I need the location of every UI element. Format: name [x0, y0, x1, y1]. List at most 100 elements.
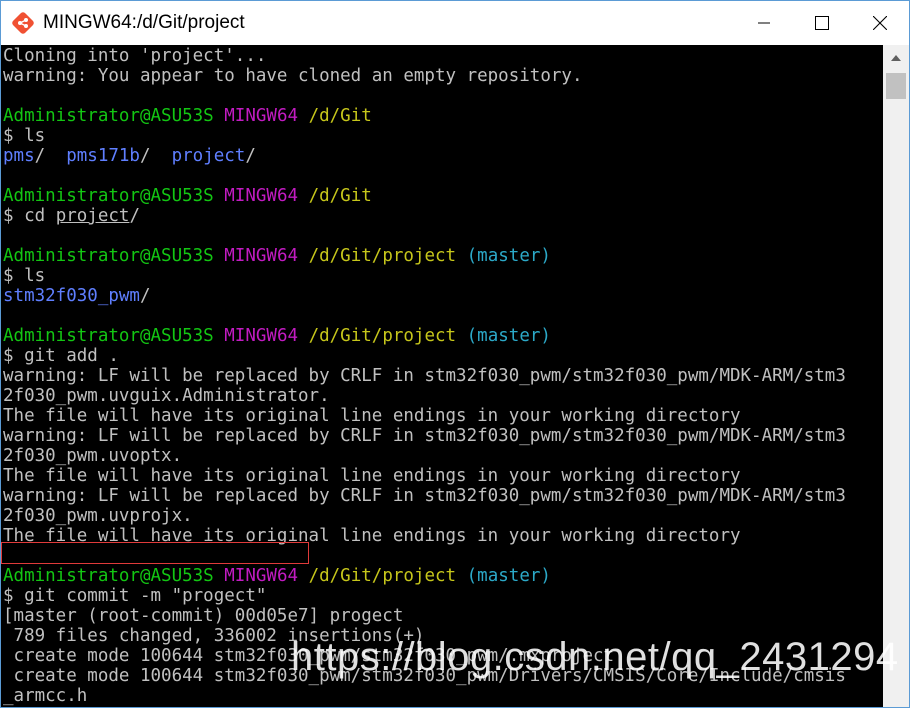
terminal-text-segment: warning: LF will be replaced by CRLF in …	[3, 426, 846, 446]
terminal-text-segment: /d/Git/project	[308, 246, 457, 266]
terminal-text-segment: create mode 100644 stm32f030_pwm/stm32f0…	[3, 666, 846, 686]
terminal-text-segment: pms	[3, 146, 35, 166]
terminal-text-segment: warning: LF will be replaced by CRLF in …	[3, 366, 846, 386]
terminal-text-segment: The file will have its original line end…	[3, 466, 741, 486]
minimize-icon	[758, 22, 770, 24]
terminal-text-segment: stm32f030_pwm	[3, 286, 140, 306]
terminal-text-segment: _armcc.h	[3, 686, 88, 706]
maximize-button[interactable]	[793, 1, 851, 45]
terminal-text-segment: project	[171, 146, 246, 166]
terminal-text-segment: The file will have its original line end…	[3, 406, 741, 426]
terminal-line: Administrator@ASU53S MINGW64 /d/Git/proj…	[3, 326, 551, 346]
window-controls	[735, 1, 909, 45]
terminal-line: Administrator@ASU53S MINGW64 /d/Git/proj…	[3, 246, 551, 266]
terminal-text-segment: Administrator@ASU53S	[3, 186, 214, 206]
maximize-icon	[815, 16, 829, 30]
terminal-line: $ git add .	[3, 346, 119, 366]
terminal-line: The file will have its original line end…	[3, 526, 741, 546]
terminal-text-segment: (master)	[466, 246, 551, 266]
terminal-text-segment: 2f030_pwm.uvoptx.	[3, 446, 183, 466]
terminal-text-segment: MINGW64	[224, 566, 299, 586]
close-icon	[873, 16, 887, 30]
terminal-text-segment: $ git commit -m "progect"	[3, 586, 267, 606]
window-title: MINGW64:/d/Git/project	[43, 12, 245, 33]
terminal-line: $ git commit -m "progect"	[3, 586, 266, 606]
close-button[interactable]	[851, 1, 909, 45]
terminal-line: [master (root-commit) 00d05e7] progect	[3, 606, 403, 626]
terminal-text-segment: Administrator@ASU53S	[3, 246, 214, 266]
terminal-text-segment: $ git add .	[3, 346, 119, 366]
terminal-text-segment: MINGW64	[224, 246, 299, 266]
terminal-text-segment: Administrator@ASU53S	[3, 106, 214, 126]
terminal-text-segment: [master (root-commit) 00d05e7] progect	[3, 606, 404, 626]
terminal-text-segment: create mode 100644 stm32f030_pwm/stm32f0…	[3, 646, 615, 666]
terminal-text-segment: /	[34, 146, 67, 166]
terminal-text-segment: 2f030_pwm.uvguix.Administrator.	[3, 386, 330, 406]
terminal-text-segment: project	[55, 206, 130, 226]
terminal-text-segment: MINGW64	[224, 106, 299, 126]
title-bar[interactable]: MINGW64:/d/Git/project	[1, 1, 909, 45]
terminal-text-segment: $ ls	[3, 126, 46, 146]
terminal-line: stm32f030_pwm/	[3, 286, 151, 306]
terminal-line: Administrator@ASU53S MINGW64 /d/Git	[3, 106, 372, 126]
terminal-line: $ ls	[3, 266, 45, 286]
terminal-line: warning: LF will be replaced by CRLF in …	[3, 366, 846, 386]
terminal-line: pms/ pms171b/ project/	[3, 146, 256, 166]
terminal-text-segment: MINGW64	[224, 326, 299, 346]
terminal-line: warning: LF will be replaced by CRLF in …	[3, 486, 846, 506]
terminal-line: create mode 100644 stm32f030_pwm/stm32f0…	[3, 666, 846, 686]
terminal-text-segment: /d/Git/project	[308, 566, 457, 586]
terminal-text-segment: Administrator@ASU53S	[3, 326, 214, 346]
terminal-text-segment: Cloning into 'project'...	[3, 46, 267, 66]
chevron-up-icon	[891, 55, 901, 61]
terminal-text-segment: warning: You appear to have cloned an em…	[3, 66, 583, 86]
terminal-text-segment: (master)	[466, 566, 551, 586]
terminal-text-segment: /d/Git/project	[308, 326, 457, 346]
terminal-line: warning: You appear to have cloned an em…	[3, 66, 582, 86]
scroll-thumb[interactable]	[886, 73, 906, 99]
terminal-line: Administrator@ASU53S MINGW64 /d/Git/proj…	[3, 566, 551, 586]
vertical-scrollbar[interactable]	[883, 45, 909, 707]
terminal-text-segment: /d/Git	[308, 186, 372, 206]
terminal-text-segment: /d/Git	[308, 106, 372, 126]
terminal-text-segment: 2f030_pwm.uvprojx.	[3, 506, 193, 526]
terminal-text-segment: 789 files changed, 336002 insertions(+)	[3, 626, 425, 646]
terminal-line: Cloning into 'project'...	[3, 46, 266, 66]
terminal-line: 2f030_pwm.uvguix.Administrator.	[3, 386, 330, 406]
terminal-text-segment: pms171b	[66, 146, 140, 166]
terminal-text-segment: warning: LF will be replaced by CRLF in …	[3, 486, 846, 506]
terminal-text-segment: $ ls	[3, 266, 46, 286]
terminal-line: create mode 100644 stm32f030_pwm/stm32f0…	[3, 646, 615, 666]
terminal-text-segment: /	[139, 286, 151, 306]
terminal-line: Administrator@ASU53S MINGW64 /d/Git	[3, 186, 372, 206]
terminal-window: MINGW64:/d/Git/project Cloning into 'pro…	[0, 0, 910, 708]
minimize-button[interactable]	[735, 1, 793, 45]
terminal-line: $ cd project/	[3, 206, 140, 226]
scroll-up-button[interactable]	[883, 45, 909, 71]
terminal-line: The file will have its original line end…	[3, 466, 741, 486]
terminal-text-segment: MINGW64	[224, 186, 299, 206]
terminal-line: 789 files changed, 336002 insertions(+)	[3, 626, 425, 646]
terminal-line: 2f030_pwm.uvprojx.	[3, 506, 193, 526]
terminal-output[interactable]: Cloning into 'project'... warning: You ap…	[1, 45, 883, 707]
terminal-line: $ ls	[3, 126, 45, 146]
terminal-line: _armcc.h	[3, 686, 87, 706]
terminal-text-segment: The file will have its original line end…	[3, 526, 741, 546]
terminal-text-segment: $ cd	[3, 206, 56, 226]
terminal-line: warning: LF will be replaced by CRLF in …	[3, 426, 846, 446]
terminal-text-segment: Administrator@ASU53S	[3, 566, 214, 586]
terminal-text-segment: /	[139, 146, 172, 166]
